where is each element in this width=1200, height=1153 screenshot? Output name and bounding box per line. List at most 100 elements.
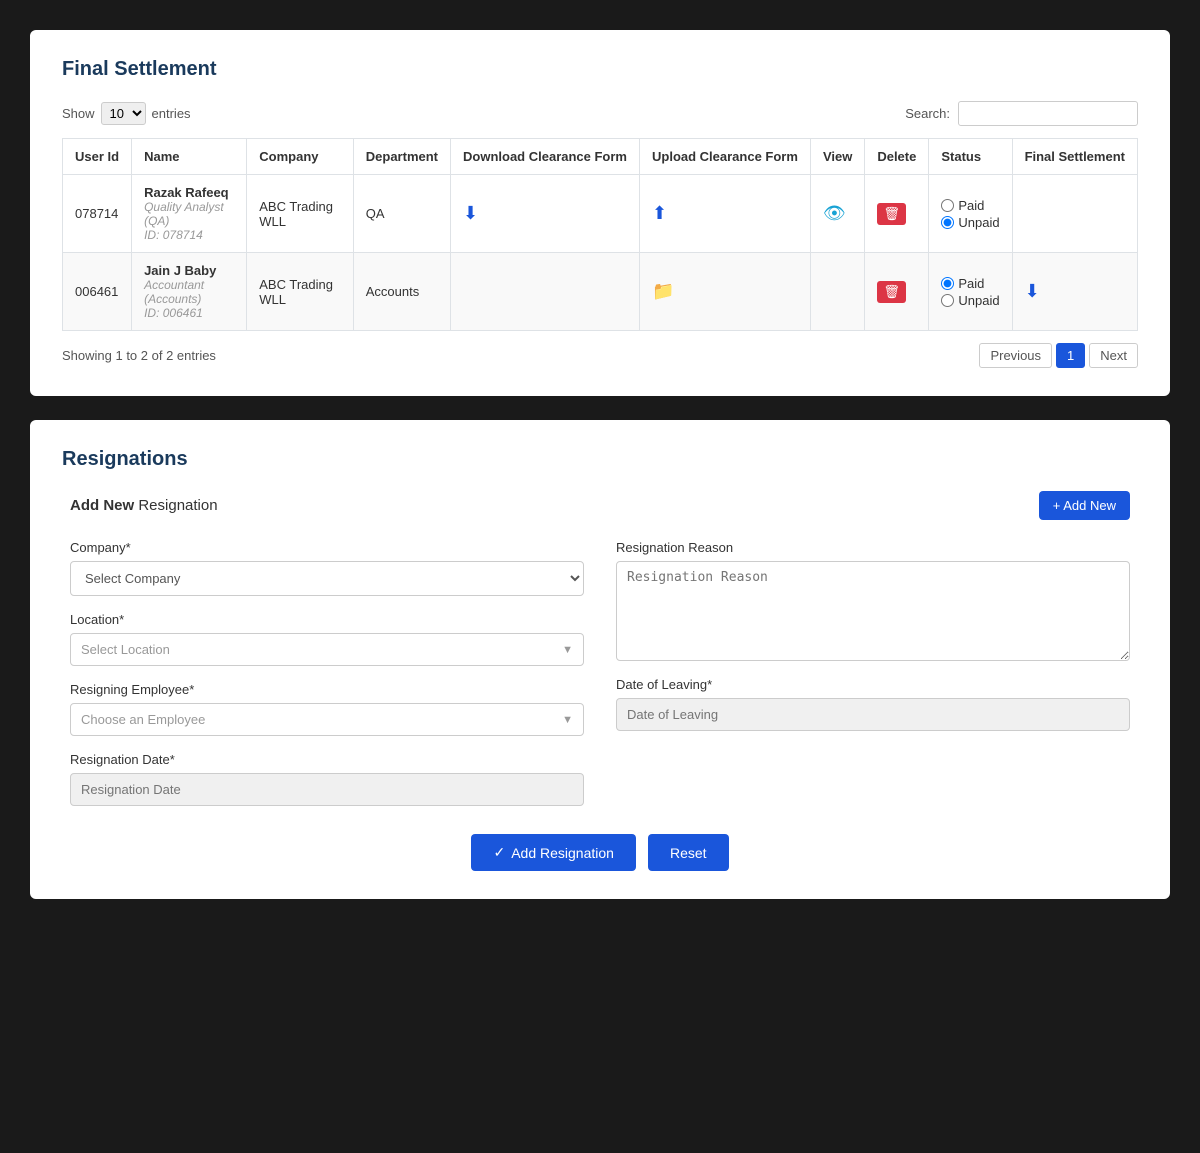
resignation-form: Company* Select Company Location* Select… — [70, 540, 1130, 806]
search-input[interactable] — [958, 101, 1138, 126]
col-final-settlement: Final Settlement — [1012, 139, 1137, 175]
employee-id: ID: 078714 — [144, 228, 234, 242]
prev-btn[interactable]: Previous — [979, 343, 1052, 368]
cell-name: Razak Rafeeq Quality Analyst (QA) ID: 07… — [132, 175, 247, 253]
employee-sub: Accountant (Accounts) — [144, 278, 234, 306]
resignation-reason-group: Resignation Reason — [616, 540, 1130, 661]
status-radio-group: Paid Unpaid — [941, 198, 999, 230]
entries-select[interactable]: 10 25 50 — [101, 102, 146, 125]
col-user-id: User Id — [63, 139, 132, 175]
final-settlement-title: Final Settlement — [62, 58, 1138, 81]
status-unpaid-label[interactable]: Unpaid — [941, 293, 999, 308]
company-label: Company* — [70, 540, 584, 555]
table-header-row: User Id Name Company Department Download… — [63, 139, 1138, 175]
resignation-reason-textarea[interactable] — [616, 561, 1130, 661]
show-label: Show — [62, 106, 95, 121]
view-icon[interactable]: 👁 — [823, 203, 846, 224]
cell-view: 👁 — [810, 175, 864, 253]
form-actions: ✓ Add Resignation Reset — [70, 834, 1130, 871]
cell-final-settlement: ⬇ — [1012, 253, 1137, 331]
col-download-clearance: Download Clearance Form — [451, 139, 640, 175]
delete-icon[interactable]: 🗑 — [877, 203, 906, 225]
final-settlement-table: User Id Name Company Department Download… — [62, 138, 1138, 331]
folder-icon[interactable]: 📁 — [652, 281, 674, 302]
company-group: Company* Select Company — [70, 540, 584, 596]
section-header: Add New Resignation + Add New — [70, 491, 1130, 520]
col-department: Department — [353, 139, 450, 175]
search-label: Search: — [905, 106, 950, 121]
status-paid-label[interactable]: Paid — [941, 276, 999, 291]
employee-group: Resigning Employee* Choose an Employee ▼ — [70, 682, 584, 736]
status-paid-radio[interactable] — [941, 199, 954, 212]
cell-department: Accounts — [353, 253, 450, 331]
cell-view — [810, 253, 864, 331]
pagination-btns: Previous 1 Next — [979, 343, 1138, 368]
col-status: Status — [929, 139, 1012, 175]
add-new-button[interactable]: + Add New — [1039, 491, 1130, 520]
employee-name: Jain J Baby — [144, 263, 234, 278]
cell-status: Paid Unpaid — [929, 253, 1012, 331]
col-company: Company — [247, 139, 354, 175]
resignations-card: Resignations Add New Resignation + Add N… — [30, 420, 1170, 899]
employee-label: Resigning Employee* — [70, 682, 584, 697]
entries-label: entries — [152, 106, 191, 121]
location-placeholder: Select Location — [81, 642, 170, 657]
cell-department: QA — [353, 175, 450, 253]
location-select[interactable]: Select Location ▼ — [70, 633, 584, 666]
reset-button[interactable]: Reset — [648, 834, 729, 871]
resignation-date-group: Resignation Date* — [70, 752, 584, 806]
status-paid-radio[interactable] — [941, 277, 954, 290]
status-radio-group: Paid Unpaid — [941, 276, 999, 308]
cell-user-id: 006461 — [63, 253, 132, 331]
status-unpaid-radio[interactable] — [941, 216, 954, 229]
location-group: Location* Select Location ▼ — [70, 612, 584, 666]
employee-sub: Quality Analyst (QA) — [144, 200, 234, 228]
resignation-reason-label: Resignation Reason — [616, 540, 1130, 555]
status-unpaid-radio[interactable] — [941, 294, 954, 307]
date-of-leaving-label: Date of Leaving* — [616, 677, 1130, 692]
status-unpaid-label[interactable]: Unpaid — [941, 215, 999, 230]
employee-select[interactable]: Choose an Employee ▼ — [70, 703, 584, 736]
checkmark-icon: ✓ — [493, 844, 505, 861]
add-resignation-label: Add Resignation — [511, 845, 614, 861]
cell-user-id: 078714 — [63, 175, 132, 253]
table-controls: Show 10 25 50 entries Search: — [62, 101, 1138, 126]
add-resignation-button[interactable]: ✓ Add Resignation — [471, 834, 635, 871]
form-header-title: Add New Resignation — [70, 497, 218, 514]
cell-delete: 🗑 — [865, 175, 929, 253]
cell-status: Paid Unpaid — [929, 175, 1012, 253]
employee-id: ID: 006461 — [144, 306, 234, 320]
employee-placeholder: Choose an Employee — [81, 712, 205, 727]
table-row: 078714 Razak Rafeeq Quality Analyst (QA)… — [63, 175, 1138, 253]
resignation-date-label: Resignation Date* — [70, 752, 584, 767]
form-header-suffix: Resignation — [138, 497, 217, 514]
cell-upload: ⬆ — [640, 175, 811, 253]
col-view: View — [810, 139, 864, 175]
resignation-date-input — [70, 773, 584, 806]
delete-icon[interactable]: 🗑 — [877, 281, 906, 303]
col-name: Name — [132, 139, 247, 175]
cell-download — [451, 253, 640, 331]
page-1-btn[interactable]: 1 — [1056, 343, 1085, 368]
col-upload-clearance: Upload Clearance Form — [640, 139, 811, 175]
cell-company: ABC Trading WLL — [247, 175, 354, 253]
pagination-area: Showing 1 to 2 of 2 entries Previous 1 N… — [62, 343, 1138, 368]
table-row: 006461 Jain J Baby Accountant (Accounts)… — [63, 253, 1138, 331]
pagination-info: Showing 1 to 2 of 2 entries — [62, 348, 216, 363]
date-of-leaving-group: Date of Leaving* — [616, 677, 1130, 731]
date-of-leaving-input — [616, 698, 1130, 731]
download-icon[interactable]: ⬇ — [463, 203, 478, 224]
settlement-icon[interactable]: ⬇ — [1025, 281, 1040, 302]
upload-icon[interactable]: ⬆ — [652, 203, 667, 224]
status-paid-label[interactable]: Paid — [941, 198, 999, 213]
search-area: Search: — [905, 101, 1138, 126]
col-delete: Delete — [865, 139, 929, 175]
location-label: Location* — [70, 612, 584, 627]
cell-download: ⬇ — [451, 175, 640, 253]
show-entries-group: Show 10 25 50 entries — [62, 102, 191, 125]
location-arrow-icon: ▼ — [562, 644, 573, 656]
final-settlement-card: Final Settlement Show 10 25 50 entries S… — [30, 30, 1170, 396]
cell-company: ABC Trading WLL — [247, 253, 354, 331]
company-select[interactable]: Select Company — [70, 561, 584, 596]
next-btn[interactable]: Next — [1089, 343, 1138, 368]
